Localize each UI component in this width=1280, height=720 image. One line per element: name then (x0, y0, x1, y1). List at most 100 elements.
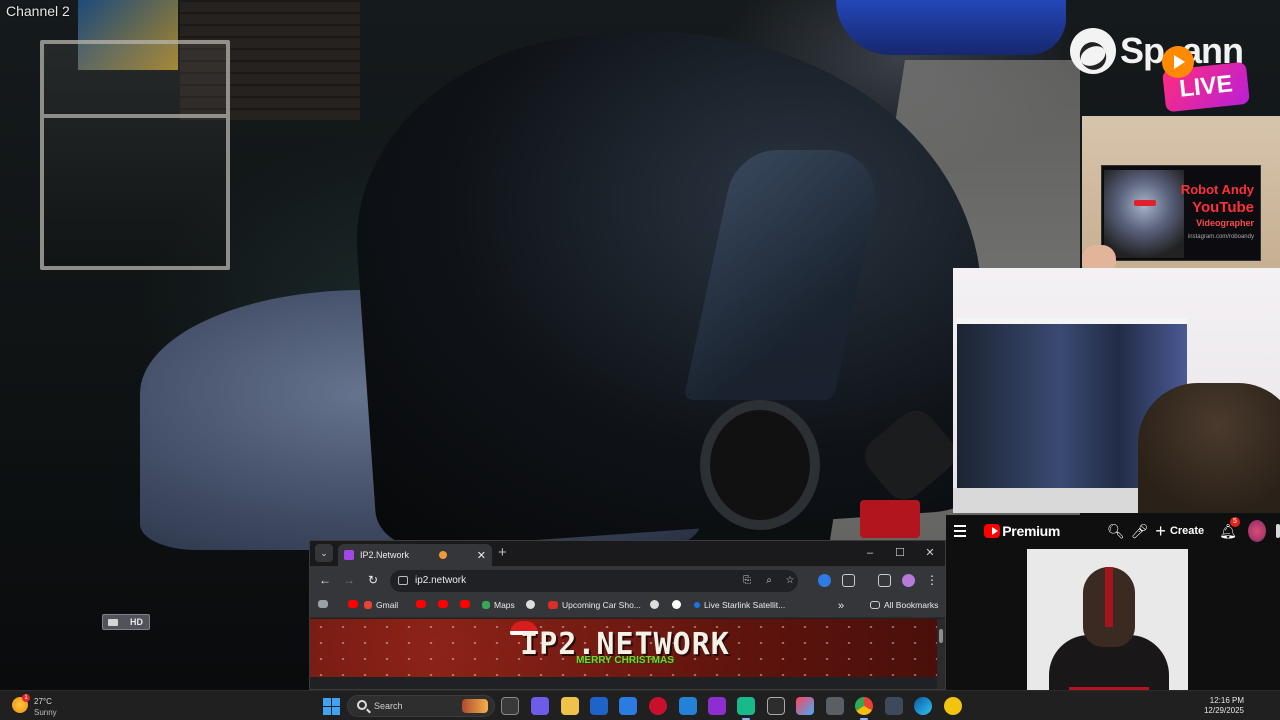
app-icon-cube[interactable] (826, 697, 844, 715)
zoom-icon[interactable]: ⌕ (762, 575, 776, 586)
bookmark-label: Live Starlink Satellit... (704, 600, 786, 610)
bike-frame (860, 500, 920, 538)
record-app-icon[interactable] (649, 697, 667, 715)
media-controls-icon[interactable] (878, 574, 891, 587)
bookmark-youtube-1[interactable] (348, 600, 362, 608)
chrome-icon[interactable] (855, 697, 873, 720)
app-icon-p[interactable] (531, 697, 549, 715)
more-bookmarks-icon[interactable]: » (838, 600, 844, 612)
bookmark-google-icon[interactable] (672, 600, 685, 609)
page-banner: IP2.NETWORK MERRY CHRISTMAS (310, 619, 938, 677)
youtube-logo-icon[interactable] (983, 524, 1001, 538)
extension-icon[interactable] (818, 574, 831, 587)
install-app-icon[interactable]: ⎘ (740, 575, 754, 586)
new-tab-button[interactable]: + (498, 544, 507, 561)
app-icon-x[interactable] (767, 697, 785, 715)
robot-portrait (1104, 170, 1184, 258)
card-role: Videographer (1196, 218, 1254, 228)
all-bookmarks-folder[interactable]: All Bookmarks (870, 600, 938, 610)
tab-title: IP2.Network (360, 550, 410, 560)
browser-toolbar: ← → ↻ ip2.network ⎘ ⌕ ☆ ⋮ (310, 566, 945, 596)
weather-widget[interactable]: 1 27°C Sunny (12, 694, 72, 718)
maximize-button[interactable]: ☐ (886, 543, 914, 563)
reload-icon[interactable]: ↻ (365, 573, 381, 587)
garage-shelf (40, 40, 230, 270)
app-icon-teal[interactable] (737, 697, 755, 720)
streamer (1138, 383, 1280, 513)
bookmark-live-starlink[interactable]: Live Starlink Satellit... (694, 600, 785, 610)
stream-brand-logo: Sp..ann LIVE (1068, 24, 1278, 114)
system-clock[interactable]: 12:16 PM 12/29/2025 (1204, 696, 1244, 716)
site-info-icon[interactable] (398, 576, 408, 585)
bookmark-label: Gmail (376, 600, 399, 610)
notifications-bell-icon[interactable]: 🔔︎ 5 (1218, 517, 1240, 543)
webcam-feed (953, 268, 1280, 513)
tab-search-dropdown-icon[interactable]: ⌄ (315, 544, 333, 562)
bookmark-upcoming-car-shows[interactable]: Upcoming Car Sho... (548, 600, 641, 610)
youtube-header: Premium 🔍︎ 🎤︎ + Create 🔔︎ 5 (946, 515, 1280, 547)
apps-grid-icon[interactable] (318, 600, 332, 608)
app-icon-yellow[interactable] (944, 697, 962, 715)
bookmark-label: Maps (494, 600, 515, 610)
scrollbar[interactable] (1275, 524, 1280, 538)
store-icon[interactable] (590, 697, 608, 715)
mail-icon[interactable] (619, 697, 637, 715)
youtube-premium-label[interactable]: Premium (1002, 523, 1060, 539)
bookmark-circle-icon-2[interactable] (650, 600, 663, 609)
plus-icon: + (1155, 521, 1166, 541)
page-scrollbar[interactable] (937, 619, 945, 689)
channel-label: Channel 2 (6, 3, 70, 19)
close-button[interactable]: ✕ (916, 543, 944, 563)
app-icon-dark[interactable] (885, 697, 903, 715)
browser-menu-icon[interactable]: ⋮ (924, 573, 940, 587)
edge-icon[interactable] (914, 697, 932, 715)
address-bar[interactable]: ip2.network ⎘ ⌕ ☆ (390, 570, 798, 592)
minimize-button[interactable]: – (856, 543, 884, 563)
tab-close-icon[interactable]: ✕ (477, 549, 486, 562)
hd-badge: HD (102, 614, 150, 630)
bookmark-youtube-4[interactable] (460, 600, 474, 608)
clock-date: 12/29/2025 (1203, 706, 1244, 715)
search-highlight-icon (462, 699, 488, 713)
create-label: Create (1169, 525, 1205, 537)
robot-andy-card: Robot Andy YouTube Videographer instagra… (1101, 165, 1261, 261)
weather-temp: 27°C (34, 697, 52, 706)
taskbar-search[interactable]: Search (347, 695, 495, 717)
bookmark-youtube-3[interactable] (438, 600, 452, 608)
bookmark-star-icon[interactable]: ☆ (783, 575, 797, 586)
app-icon-blue[interactable] (679, 697, 697, 715)
app-icon-colorful[interactable] (796, 697, 814, 715)
blue-car (836, 0, 1066, 55)
back-icon[interactable]: ← (317, 573, 333, 587)
weather-alert-badge: 1 (22, 694, 30, 702)
bookmark-youtube-2[interactable] (416, 600, 430, 608)
video-thumbnail[interactable] (1027, 549, 1188, 690)
forward-icon[interactable]: → (341, 573, 357, 587)
start-button[interactable] (323, 698, 340, 715)
card-name: Robot Andy (1180, 182, 1254, 197)
search-icon[interactable]: 🔍︎ (1106, 519, 1126, 543)
tab-ip2-network[interactable]: IP2.Network ✕ (338, 544, 492, 566)
task-view-icon[interactable] (501, 697, 519, 715)
taskbar: 1 27°C Sunny Search 12:16 PM 12/29/2025 (0, 690, 1280, 720)
emoji-icon (438, 551, 447, 559)
brand-logo-icon (1070, 28, 1116, 74)
hamburger-menu-icon[interactable] (946, 515, 974, 547)
avatar[interactable] (1247, 520, 1266, 542)
play-icon (1162, 46, 1194, 78)
bookmark-circle-icon[interactable] (526, 600, 539, 609)
extensions-puzzle-icon[interactable] (842, 574, 855, 587)
app-icon-purple[interactable] (708, 697, 726, 715)
profile-icon[interactable] (902, 574, 915, 587)
create-button[interactable]: + Create (1155, 522, 1204, 540)
holding-hand (1082, 245, 1116, 269)
youtube-content (946, 547, 1280, 690)
search-placeholder: Search (374, 701, 403, 711)
bookmark-maps[interactable]: Maps (482, 600, 515, 610)
address-url[interactable]: ip2.network (415, 575, 466, 586)
tab-strip: ⌄ IP2.Network ✕ + – ☐ ✕ (310, 541, 945, 566)
bookmark-gmail[interactable]: Gmail (364, 600, 398, 610)
microphone-icon[interactable]: 🎤︎ (1130, 519, 1150, 543)
search-icon (357, 700, 367, 710)
file-explorer-icon[interactable] (561, 697, 579, 715)
